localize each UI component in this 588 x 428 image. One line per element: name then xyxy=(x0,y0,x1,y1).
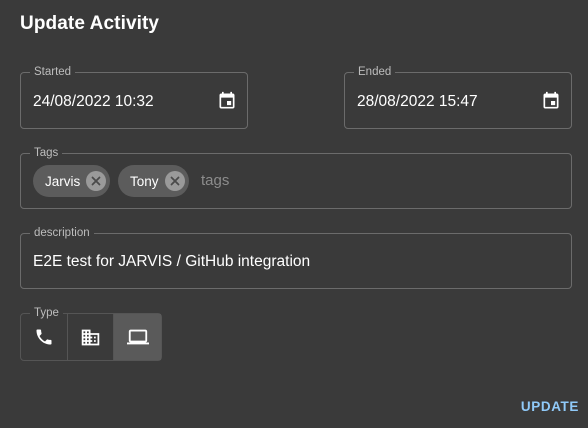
update-activity-dialog: Update Activity Started 24/08/2022 10:32… xyxy=(0,0,588,428)
tags-field[interactable]: Tags Jarvis Tony tags xyxy=(20,146,572,209)
remove-tag-icon[interactable] xyxy=(86,171,107,191)
type-toggle-group xyxy=(20,313,162,361)
office-building-icon xyxy=(81,329,100,345)
laptop-icon xyxy=(126,329,149,345)
type-label: Type xyxy=(30,306,63,320)
tag-chip-label: Jarvis xyxy=(45,173,81,189)
tag-chip-jarvis[interactable]: Jarvis xyxy=(33,165,111,197)
phone-icon xyxy=(36,329,52,345)
tags-label: Tags xyxy=(30,146,63,160)
tags-input[interactable]: tags xyxy=(201,172,229,189)
calendar-icon[interactable] xyxy=(216,90,238,112)
dialog-title: Update Activity xyxy=(20,13,160,34)
ended-field[interactable]: Ended 28/08/2022 15:47 xyxy=(344,65,572,129)
remove-tag-icon[interactable] xyxy=(164,171,185,191)
tag-chip-label: Tony xyxy=(130,173,159,189)
started-field[interactable]: Started 24/08/2022 10:32 xyxy=(20,65,248,129)
ended-value: 28/08/2022 15:47 xyxy=(357,93,478,110)
update-button[interactable]: UPDATE xyxy=(521,399,579,414)
ended-label: Ended xyxy=(354,65,396,79)
description-field[interactable]: description E2E test for JARVIS / GitHub… xyxy=(20,226,572,289)
description-label: description xyxy=(30,226,94,240)
tag-chip-tony[interactable]: Tony xyxy=(118,165,189,197)
type-laptop-button[interactable] xyxy=(114,314,161,360)
description-value: E2E test for JARVIS / GitHub integration xyxy=(33,253,311,270)
type-phone-button[interactable] xyxy=(21,314,68,360)
started-label: Started xyxy=(30,65,76,79)
calendar-icon[interactable] xyxy=(540,90,562,112)
type-office-button[interactable] xyxy=(68,314,115,360)
started-value: 24/08/2022 10:32 xyxy=(33,93,154,110)
